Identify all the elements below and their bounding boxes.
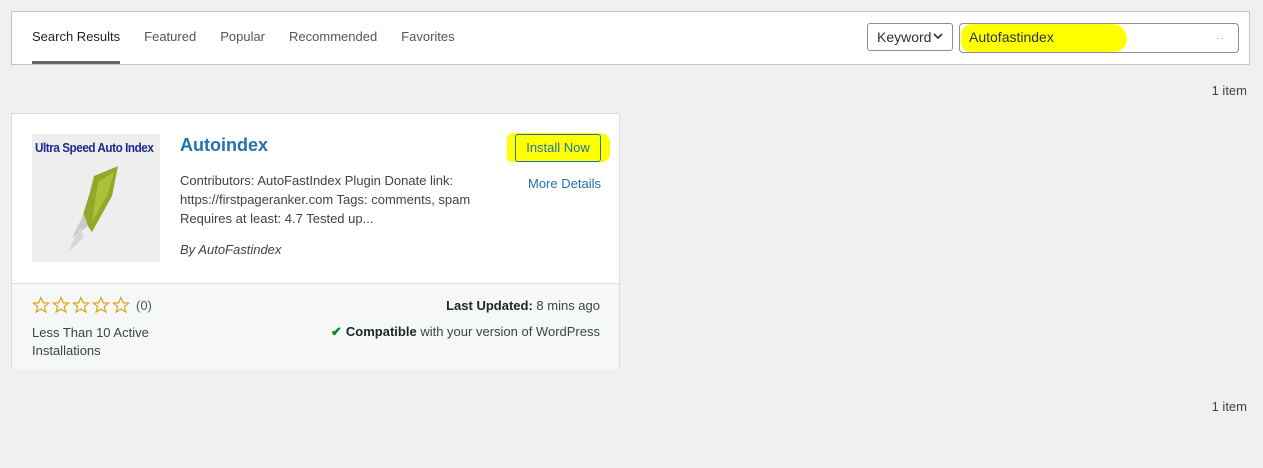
filter-tabs: Search Results Featured Popular Recommen… [32,12,479,64]
item-count-top: 1 item [1211,83,1247,98]
plugin-card-top: Ultra Speed Auto Index Autoindex Contrib… [12,114,619,283]
tab-favorites[interactable]: Favorites [401,12,454,64]
star-empty-icon [112,296,130,314]
search-type-select[interactable]: Keyword [867,23,953,51]
star-empty-icon [32,296,50,314]
autofill-icon: .. [1216,31,1226,42]
rating-count: (0) [136,297,152,313]
search-type-value: Keyword [877,29,932,45]
compatible-text: with your version of WordPress [420,324,600,339]
plugin-name-link[interactable]: Autoindex [180,135,268,156]
checkmark-icon: ✔ [331,324,342,339]
plugin-description: Contributors: AutoFastIndex Plugin Donat… [180,173,471,226]
chevron-down-icon [932,25,944,58]
compatibility-status: ✔ Compatible with your version of WordPre… [331,324,600,340]
plugin-author: By AutoFastindex [180,242,282,257]
star-empty-icon [52,296,70,314]
install-now-button[interactable]: Install Now [515,134,601,162]
plugin-card-bottom: (0) Less Than 10 Active Installations La… [12,283,619,369]
item-count-bottom: 1 item [1211,399,1247,414]
plugin-card: Ultra Speed Auto Index Autoindex Contrib… [11,113,620,369]
star-empty-icon [72,296,90,314]
tab-recommended[interactable]: Recommended [289,12,377,64]
compatible-label: Compatible [345,324,417,339]
tab-popular[interactable]: Popular [220,12,265,64]
plugin-filter-bar: Search Results Featured Popular Recommen… [11,11,1250,65]
last-updated: Last Updated: 8 mins ago [446,298,600,313]
rocket-icon [68,166,118,252]
tab-search-results[interactable]: Search Results [32,12,121,64]
plugin-thumbnail[interactable]: Ultra Speed Auto Index [32,134,160,262]
star-rating: (0) [32,296,152,314]
last-updated-label: Last Updated: [446,298,533,313]
search-input[interactable]: Autofastindex .. [959,23,1239,53]
search-value: Autofastindex [969,29,1054,45]
active-installations: Less Than 10 Active Installations [32,325,149,358]
more-details-link[interactable]: More Details [528,176,601,191]
tab-featured[interactable]: Featured [144,12,196,64]
last-updated-value: 8 mins ago [536,298,600,313]
star-empty-icon [92,296,110,314]
